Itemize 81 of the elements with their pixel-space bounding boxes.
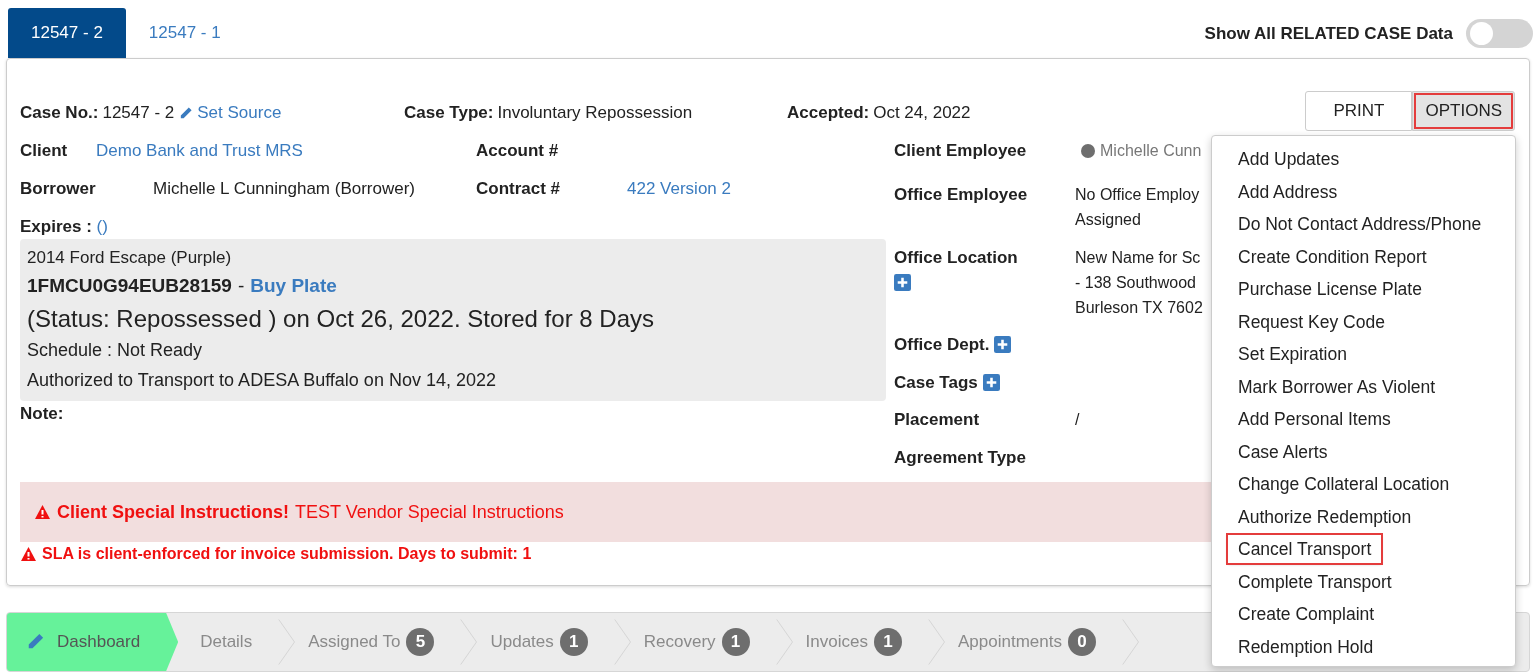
menu-item[interactable]: Authorize Redemption — [1228, 502, 1422, 531]
field-label: Office Employee — [894, 184, 1028, 206]
vin-text: 1FMCU0G94EUB28159 — [27, 274, 232, 298]
add-icon[interactable] — [982, 373, 1000, 391]
warning-icon — [20, 545, 37, 562]
vehicle-description: 2014 Ford Escape (Purple) — [27, 247, 233, 269]
field-label: Expires : — [20, 217, 92, 236]
action-button[interactable]: OPTIONS — [1412, 91, 1515, 131]
field-label: Placement — [894, 409, 980, 431]
step-tab[interactable]: Invoices 1 — [793, 613, 928, 671]
field-value: Michelle L Cunningham (Borrower) — [153, 178, 416, 200]
field-value: 12547 - 2 — [102, 103, 175, 123]
field-value: New Name for Sc — [1075, 247, 1201, 268]
action-button[interactable]: PRINT — [1305, 91, 1413, 131]
field-label: Agreement Type — [894, 446, 1026, 469]
set-source-link[interactable]: Set Source — [197, 103, 282, 123]
add-icon[interactable] — [894, 273, 911, 291]
case-tab[interactable]: 12547 - 2 — [8, 8, 126, 58]
field-label: Contract # — [476, 178, 562, 200]
field-value: - 138 Southwood — [1075, 272, 1196, 293]
count-badge: 1 — [721, 628, 750, 656]
note-label: Note: — [20, 404, 64, 423]
field-label: Case Tags — [894, 371, 978, 394]
menu-item[interactable]: Add Personal Items — [1228, 405, 1401, 434]
step-tab[interactable]: Dashboard — [7, 613, 179, 671]
field-value: Involuntary Repossession — [497, 103, 693, 123]
count-badge: 0 — [1067, 628, 1096, 656]
menu-item[interactable]: Purchase License Plate — [1228, 275, 1432, 304]
menu-item[interactable]: Do Not Contact Address/Phone — [1228, 210, 1492, 239]
menu-item[interactable]: Complete Transport — [1228, 567, 1402, 596]
field-label: Client — [20, 140, 69, 162]
menu-item[interactable]: Change Collateral Location — [1228, 470, 1460, 499]
count-badge: 1 — [873, 628, 902, 656]
pencil-icon — [178, 105, 194, 121]
menu-item[interactable]: Request Key Code — [1228, 307, 1395, 336]
menu-item[interactable]: Case Alerts — [1228, 437, 1338, 466]
step-tab[interactable]: Recovery 1 — [631, 613, 776, 671]
step-tab[interactable]: Assigned To 5 — [296, 613, 461, 671]
field-label: Account # — [476, 140, 560, 162]
field-label: Borrower — [20, 178, 97, 200]
field-link[interactable]: Demo Bank and Trust MRS — [96, 138, 303, 163]
toggle-label: Show All RELATED CASE Data — [1204, 23, 1453, 44]
warning-icon — [34, 504, 51, 520]
menu-item[interactable]: Add Updates — [1228, 145, 1350, 174]
field-value: Assigned — [1075, 210, 1141, 230]
menu-item[interactable]: Set Expiration — [1228, 340, 1357, 369]
field-label: Case Type: — [404, 103, 494, 123]
field-value: / — [1075, 410, 1080, 430]
menu-item[interactable]: Create Condition Report — [1228, 242, 1437, 271]
status-dot — [1081, 143, 1095, 158]
separator-text: - — [237, 274, 245, 298]
case-tab[interactable]: 12547 - 1 — [125, 8, 244, 58]
field-label: Accepted: — [787, 103, 870, 123]
field-link[interactable]: 422 Version 2 — [627, 176, 731, 201]
menu-item[interactable]: Redemption Hold — [1228, 632, 1384, 661]
field-label: Case No.: — [20, 103, 99, 123]
field-label: Client Employee — [894, 140, 1027, 162]
step-tab[interactable]: Appointments 0 — [945, 613, 1122, 671]
menu-item[interactable]: Create Complaint — [1228, 600, 1385, 629]
field-label: Office Dept. — [894, 334, 990, 356]
count-badge: 5 — [406, 628, 435, 656]
transport-text: Authorized to Transport to ADESA Buffalo on Nov 14, 2022 — [27, 369, 497, 392]
alert-text: TEST Vendor Special Instructions — [295, 501, 564, 523]
step-tab[interactable]: Updates 1 — [478, 613, 614, 671]
vehicle-status: (Status: Repossessed ) on Oct 26, 2022. Stored for 8 Days — [27, 304, 655, 334]
menu-item[interactable]: Add Address — [1228, 177, 1348, 206]
alert-title: Client Special Instructions! — [57, 501, 290, 523]
menu-item[interactable]: Mark Borrower As Violent — [1228, 372, 1446, 401]
field-label: Office Location — [894, 246, 1018, 269]
field-value: Burleson TX 7602 — [1075, 297, 1203, 318]
field-value: No Office Employ — [1075, 185, 1200, 205]
buy-plate-link[interactable]: Buy Plate — [250, 271, 337, 301]
schedule-text: Schedule : Not Ready — [27, 339, 204, 362]
expires-link[interactable]: () — [96, 217, 108, 236]
field-value: Oct 24, 2022 — [873, 103, 971, 123]
field-value: Michelle Cunn — [1100, 141, 1202, 161]
sla-warning: SLA is client-enforced for invoice submission. Days to submit: 1 — [42, 544, 532, 563]
add-icon[interactable] — [994, 336, 1012, 353]
menu-item[interactable]: Cancel Transport — [1228, 535, 1382, 564]
toggle-switch[interactable] — [1466, 19, 1533, 48]
count-badge: 1 — [559, 628, 588, 656]
